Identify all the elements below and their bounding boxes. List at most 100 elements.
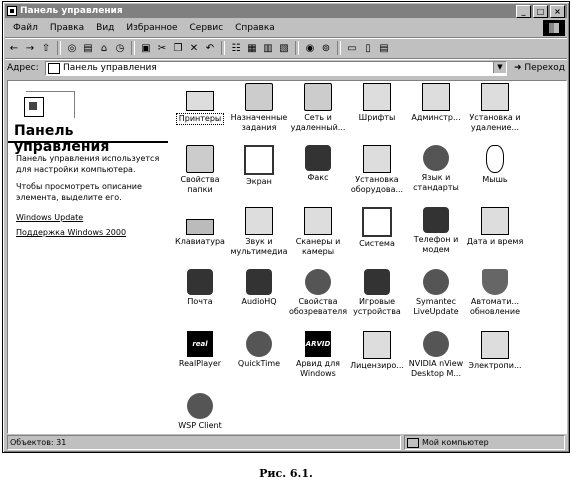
cut-icon[interactable]: ✂: [155, 41, 169, 55]
control-panel-item[interactable]: QuickTime: [227, 331, 291, 369]
properties-icon[interactable]: ▭: [345, 41, 359, 55]
history-icon[interactable]: ◷: [113, 41, 127, 55]
content-area: Панель управления Панель управления испо…: [7, 80, 567, 434]
globe-icon[interactable]: ◉: [303, 41, 317, 55]
address-input[interactable]: Панель управления ▼: [45, 60, 507, 76]
realplayer-icon: real: [187, 331, 213, 357]
control-panel-item[interactable]: Принтеры: [168, 83, 232, 125]
control-panel-item[interactable]: Сеть и удаленный...: [286, 83, 350, 133]
licensing-icon: [363, 331, 391, 359]
view-icon[interactable]: ▤: [377, 41, 391, 55]
sound-icon: [245, 207, 273, 235]
admin-tools-icon: [422, 83, 450, 111]
toolbar: ← → ⇧ ◎ ▤ ⌂ ◷ ▣ ✂ ❐ ✕ ↶ ☷ ▦ ▥ ▧ ◉ ⊚ ▭ ▯ …: [7, 39, 391, 57]
maximize-button[interactable]: □: [533, 5, 548, 18]
search-icon[interactable]: ⊚: [319, 41, 333, 55]
control-panel-item[interactable]: Экран: [227, 145, 291, 187]
item-label: Лицензиро...: [350, 361, 404, 370]
item-label: Почта: [187, 297, 213, 306]
control-panel-item[interactable]: Почта: [168, 269, 232, 307]
control-panel-item[interactable]: Звук и мультимедиа: [227, 207, 291, 257]
control-panel-item[interactable]: Сканеры и камеры: [286, 207, 350, 257]
view-icon[interactable]: ▥: [261, 41, 275, 55]
control-panel-item[interactable]: Система: [345, 207, 409, 249]
control-panel-item[interactable]: Электропи...: [463, 331, 527, 371]
item-label: Свойства папки: [180, 175, 220, 194]
control-panel-item[interactable]: Клавиатура: [168, 207, 232, 247]
menu-edit[interactable]: Правка: [44, 21, 90, 35]
control-panel-item[interactable]: ARVID Арвид для Windows: [286, 331, 350, 379]
control-panel-item[interactable]: Шрифты: [345, 83, 409, 123]
search-icon[interactable]: ◎: [65, 41, 79, 55]
control-panel-item[interactable]: Факс: [286, 145, 350, 183]
view-icon[interactable]: ☷: [229, 41, 243, 55]
control-panel-item[interactable]: Язык и стандарты: [404, 145, 468, 193]
item-label: Дата и время: [466, 237, 524, 246]
fax-icon: [305, 145, 331, 171]
icon-badge-text: ARVID: [305, 340, 331, 348]
menu-file[interactable]: Файл: [7, 21, 44, 35]
printer-icon: [186, 91, 214, 111]
control-panel-item[interactable]: Symantec LiveUpdate: [404, 269, 468, 317]
control-panel-item[interactable]: Установка и удаление...: [463, 83, 527, 133]
status-zone-label: Мой компьютер: [422, 438, 489, 447]
control-panel-item[interactable]: AudioHQ: [227, 269, 291, 307]
view-icon[interactable]: ▧: [277, 41, 291, 55]
arvid-icon: ARVID: [305, 331, 331, 357]
audio-icon: [246, 269, 272, 295]
control-panel-item[interactable]: Админcтр...: [404, 83, 468, 123]
close-button[interactable]: ×: [550, 5, 565, 18]
menu-tools[interactable]: Сервис: [184, 21, 230, 35]
item-label: Сканеры и камеры: [295, 237, 341, 256]
control-panel-item[interactable]: Автомати... обновление: [463, 269, 527, 317]
item-label: Экран: [246, 177, 272, 186]
delete-icon[interactable]: ✕: [187, 41, 201, 55]
scheduled-tasks-icon: [245, 83, 273, 111]
control-panel-item[interactable]: Телефон и модем: [404, 207, 468, 255]
control-panel-item[interactable]: WSP Client: [168, 393, 232, 431]
move-icon[interactable]: ▣: [139, 41, 153, 55]
back-icon[interactable]: ←: [7, 41, 21, 55]
item-label: Игровые устройства: [353, 297, 401, 316]
menu-favorites[interactable]: Избранное: [120, 21, 183, 35]
view-icon[interactable]: ▦: [245, 41, 259, 55]
control-panel-item[interactable]: Мышь: [463, 145, 527, 185]
separator: [221, 41, 225, 55]
go-label: Переход: [524, 63, 565, 73]
folder-options-icon: [186, 145, 214, 173]
menu-view[interactable]: Вид: [90, 21, 120, 35]
menu-help[interactable]: Справка: [229, 21, 281, 35]
folders-icon[interactable]: ▤: [81, 41, 95, 55]
link-windows-update[interactable]: Windows Update: [16, 213, 83, 222]
home-icon[interactable]: ⌂: [97, 41, 111, 55]
control-panel-item[interactable]: Лицензиро...: [345, 331, 409, 371]
windows-logo-icon: [543, 20, 565, 36]
up-folder-icon[interactable]: ⇧: [39, 41, 53, 55]
minimize-button[interactable]: _: [516, 5, 531, 18]
item-label: Свойства обозревателя: [288, 297, 348, 316]
go-button[interactable]: ➜ Переход: [507, 63, 565, 73]
scanner-icon: [304, 207, 332, 235]
forward-icon[interactable]: →: [23, 41, 37, 55]
liveupdate-icon: [423, 269, 449, 295]
control-panel-icon: [48, 62, 60, 74]
chevron-down-icon[interactable]: ▼: [493, 61, 506, 73]
control-panel-item[interactable]: Установка оборудова...: [345, 145, 409, 195]
power-icon: [481, 331, 509, 359]
folder-icon[interactable]: ▯: [361, 41, 375, 55]
undo-icon[interactable]: ↶: [203, 41, 217, 55]
control-panel-item[interactable]: NVIDIA nView Desktop M...: [404, 331, 468, 379]
control-panel-item[interactable]: Свойства папки: [168, 145, 232, 195]
control-panel-item[interactable]: Игровые устройства: [345, 269, 409, 317]
figure-caption: Рис. 6.1.: [259, 467, 313, 480]
copy-icon[interactable]: ❐: [171, 41, 185, 55]
link-windows-support[interactable]: Поддержка Windows 2000: [16, 228, 126, 237]
control-panel-item[interactable]: real RealPlayer: [168, 331, 232, 369]
control-panel-item[interactable]: Свойства обозревателя: [286, 269, 350, 317]
item-label: Язык и стандарты: [413, 173, 459, 192]
title-bar[interactable]: Панель управления _ □ ×: [5, 4, 567, 18]
control-panel-item[interactable]: Назначенные задания: [227, 83, 291, 133]
control-panel-item[interactable]: Дата и время: [463, 207, 527, 247]
item-label: Принтеры: [175, 113, 225, 125]
address-label: Адрес:: [7, 63, 39, 73]
